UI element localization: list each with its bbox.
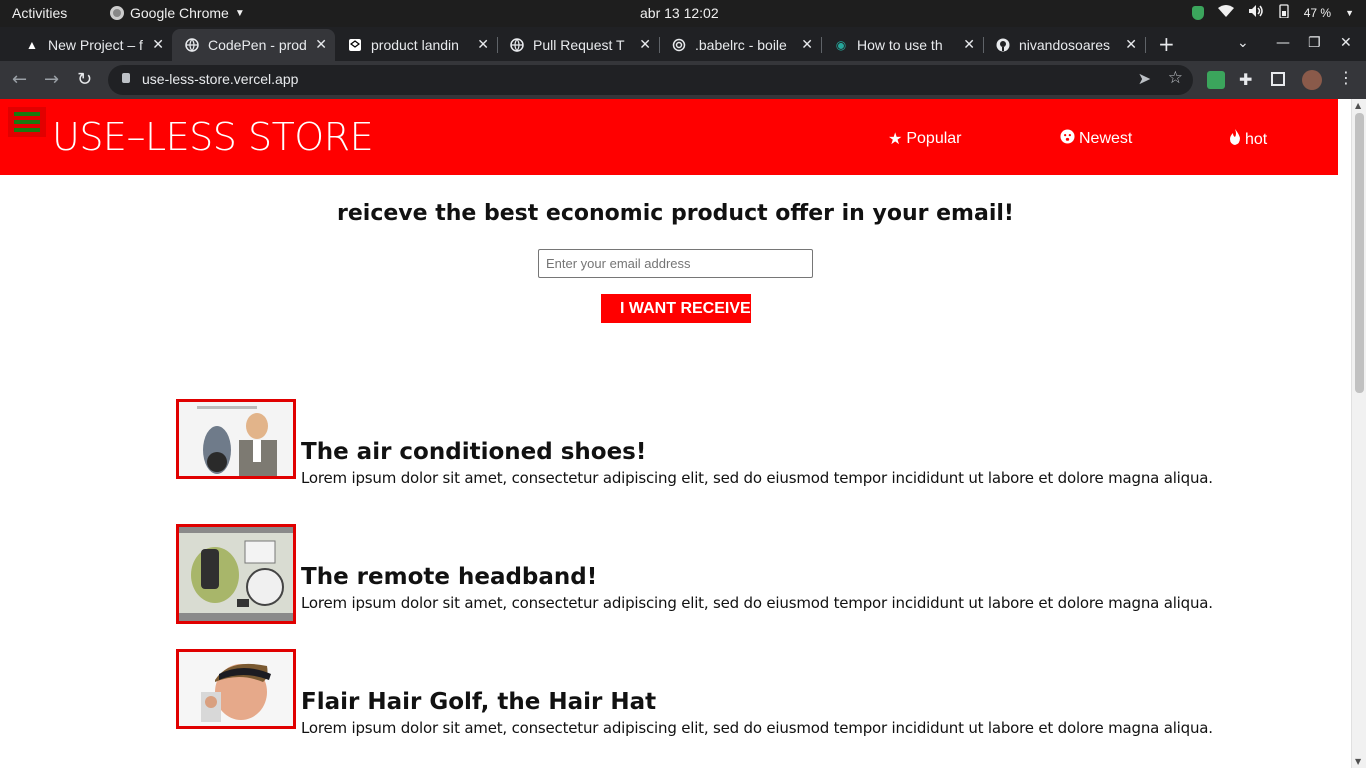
product-image-hair-hat[interactable] (176, 649, 296, 729)
minimize-icon[interactable]: — (1276, 35, 1290, 51)
nav-link-popular[interactable]: ★ Popular (888, 129, 962, 149)
tab-search-icon[interactable]: ⌄ (1237, 35, 1249, 51)
nav-label: Popular (906, 130, 962, 147)
tab-label: .babelrc - boile (695, 37, 787, 53)
scroll-down-arrow-icon[interactable]: ▼ (1355, 757, 1361, 766)
globe-icon (509, 37, 525, 53)
kebab-menu-icon[interactable]: ⋮ (1338, 68, 1356, 87)
codepen-icon (347, 37, 363, 53)
submit-button[interactable]: I WANT RECEIVE (601, 294, 751, 323)
tab-pull-request[interactable]: Pull Request T ✕ (497, 29, 659, 61)
avatar[interactable] (1302, 70, 1322, 90)
scrollbar-thumb[interactable] (1355, 113, 1364, 393)
system-clock[interactable]: abr 13 12:02 (640, 5, 719, 21)
product-title[interactable]: Flair Hair Golf, the Hair Hat (301, 689, 656, 715)
bookmark-star-icon[interactable]: ☆ (1168, 68, 1183, 88)
signup-title: reiceve the best economic product offer … (337, 201, 1014, 226)
close-icon[interactable]: ✕ (477, 36, 489, 53)
system-top-bar: Activities Google Chrome ▼ abr 13 12:02 … (0, 0, 1366, 27)
tab-product-landing[interactable]: product landin ✕ (335, 29, 497, 61)
volume-icon (1248, 4, 1264, 21)
back-arrow-icon[interactable]: ← (12, 69, 27, 90)
email-input[interactable] (538, 249, 813, 278)
product-description: Lorem ipsum dolor sit amet, consectetur … (301, 594, 1213, 612)
system-tray[interactable]: 47 % ▼ (1191, 4, 1354, 21)
new-tab-button[interactable]: + (1158, 32, 1175, 56)
battery-icon (1278, 4, 1290, 21)
tab-how-to-use[interactable]: ◉ How to use th ✕ (821, 29, 983, 61)
activities-button[interactable]: Activities (12, 5, 67, 21)
reload-icon[interactable]: ↻ (77, 69, 92, 90)
tab-label: New Project – f (48, 37, 143, 53)
tab-github[interactable]: nivandosoares ✕ (983, 29, 1145, 61)
scroll-up-arrow-icon[interactable]: ▲ (1355, 101, 1361, 110)
page-scrollbar[interactable]: ▲ ▼ (1351, 99, 1366, 768)
app-menu[interactable]: Google Chrome ▼ (110, 5, 245, 21)
mail-extension-icon[interactable] (1207, 71, 1225, 89)
product-description: Lorem ipsum dolor sit amet, consectetur … (301, 719, 1213, 737)
caret-down-icon: ▼ (1345, 7, 1354, 18)
wifi-icon (1217, 5, 1234, 20)
side-panel-icon[interactable] (1271, 72, 1285, 86)
web-page: USE–LESS STORE ★ Popular Newest hot reic… (0, 99, 1351, 768)
caret-down-icon: ▼ (234, 7, 245, 19)
tab-separator (1145, 37, 1146, 53)
app-menu-label: Google Chrome (130, 5, 229, 21)
product-title[interactable]: The remote headband! (301, 564, 597, 590)
nav-link-newest[interactable]: Newest (1060, 129, 1132, 149)
tab-label: CodePen - prod (208, 37, 307, 53)
product-image-shoes[interactable] (176, 399, 296, 479)
product-image-headband[interactable] (176, 524, 296, 624)
close-window-icon[interactable]: ✕ (1340, 35, 1352, 51)
github-icon (995, 37, 1011, 53)
tab-label: product landin (371, 37, 459, 53)
lock-icon (122, 73, 130, 83)
triangle-icon: ▲ (26, 38, 38, 52)
maximize-icon[interactable]: ❐ (1308, 35, 1321, 51)
forward-arrow-icon[interactable]: → (44, 69, 59, 90)
spiral-icon (671, 37, 687, 53)
tab-codepen[interactable]: CodePen - prod ✕ (172, 29, 335, 61)
tab-label: How to use th (857, 37, 943, 53)
close-icon[interactable]: ✕ (639, 36, 651, 53)
face-icon (1060, 129, 1075, 149)
product-description: Lorem ipsum dolor sit amet, consectetur … (301, 469, 1213, 487)
url-text[interactable]: use-less-store.vercel.app (142, 71, 298, 87)
shield-icon (1191, 5, 1204, 20)
battery-percent: 47 % (1303, 5, 1332, 20)
site-header: USE–LESS STORE ★ Popular Newest hot (0, 99, 1338, 175)
eye-icon: ◉ (835, 38, 847, 52)
hamburger-menu-icon[interactable] (8, 107, 46, 137)
tab-label: nivandosoares (1019, 37, 1111, 53)
extensions-puzzle-icon[interactable]: ✚ (1239, 70, 1257, 89)
nav-label: hot (1245, 130, 1268, 148)
tab-babelrc[interactable]: .babelrc - boile ✕ (659, 29, 821, 61)
chrome-icon (110, 6, 124, 20)
fire-icon (1229, 129, 1241, 150)
nav-link-hot[interactable]: hot (1229, 129, 1267, 150)
browser-toolbar: ← → ↻ use-less-store.vercel.app ➤ ☆ ✚ ⋮ (0, 61, 1366, 99)
send-icon[interactable]: ➤ (1138, 69, 1151, 89)
site-brand[interactable]: USE–LESS STORE (52, 115, 374, 159)
close-icon[interactable]: ✕ (315, 36, 327, 53)
nav-label: Newest (1079, 130, 1133, 147)
tab-label: Pull Request T (533, 37, 625, 53)
close-icon[interactable]: ✕ (152, 36, 164, 53)
product-title[interactable]: The air conditioned shoes! (301, 439, 646, 465)
close-icon[interactable]: ✕ (801, 36, 813, 53)
tab-new-project[interactable]: ▲ New Project – f ✕ (12, 29, 172, 61)
star-icon: ★ (888, 131, 903, 148)
globe-icon (184, 37, 200, 53)
close-icon[interactable]: ✕ (963, 36, 975, 53)
close-icon[interactable]: ✕ (1125, 36, 1137, 53)
address-bar[interactable]: use-less-store.vercel.app ➤ ☆ (108, 65, 1193, 95)
